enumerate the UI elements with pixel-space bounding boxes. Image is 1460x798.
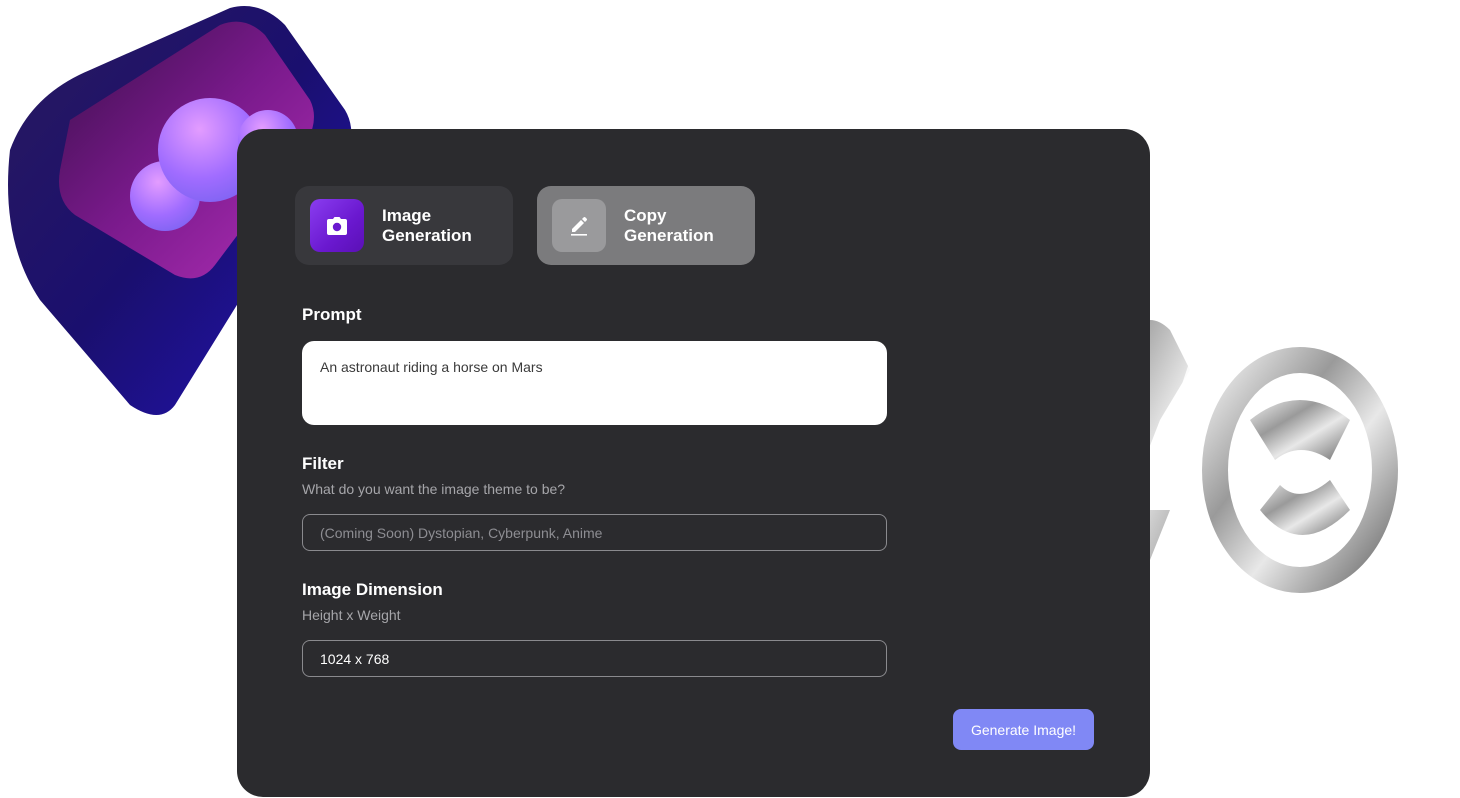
tab-copy-generation-label: Copy Generation (624, 205, 714, 245)
image-dimension-label: Image Dimension (302, 580, 443, 599)
pencil-icon (552, 199, 606, 252)
filter-input[interactable]: (Coming Soon) Dystopian, Cyberpunk, Anim… (302, 514, 887, 551)
image-dimension-hint: Height x Weight (302, 607, 401, 623)
generator-panel: Image Generation Copy Generation Prompt … (237, 129, 1150, 797)
camera-icon (310, 199, 364, 252)
tab-image-generation-label: Image Generation (382, 205, 472, 245)
image-dimension-input[interactable]: 1024 x 768 (302, 640, 887, 677)
tab-copy-generation[interactable]: Copy Generation (537, 186, 755, 265)
tab-image-generation[interactable]: Image Generation (295, 186, 513, 265)
filter-hint: What do you want the image theme to be? (302, 481, 566, 497)
generate-image-button[interactable]: Generate Image! (953, 709, 1094, 750)
prompt-label: Prompt (302, 305, 362, 324)
prompt-input[interactable]: An astronaut riding a horse on Mars (302, 341, 887, 425)
canvas: Image Generation Copy Generation Prompt … (0, 0, 1460, 798)
filter-label: Filter (302, 454, 344, 473)
